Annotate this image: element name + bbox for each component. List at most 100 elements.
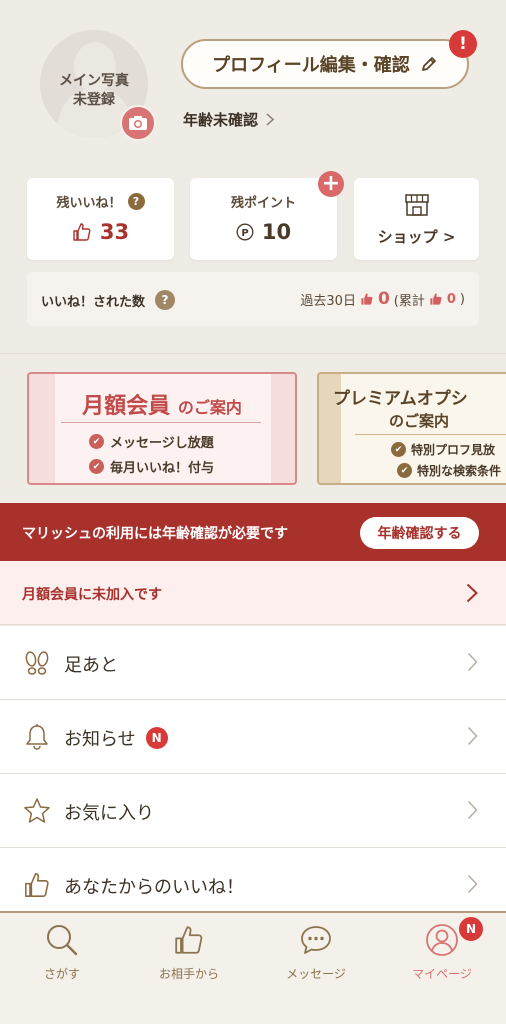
notifications-text: お知らせ (64, 729, 136, 750)
monthly-feature-2: ✔ 毎月いいね！付与 (89, 457, 214, 476)
remaining-likes-card[interactable]: 残いいね！ ? 33 (27, 178, 174, 260)
your-likes-text: あなたからのいいね！ (64, 877, 244, 898)
tab-my-page-label: マイページ (412, 967, 472, 981)
thumbs-up-icon (430, 293, 442, 305)
chat-bubble-icon (266, 921, 366, 959)
premium-banner-title: プレミアムオプシ (333, 389, 468, 409)
profile-edit-button[interactable]: プロフィール編集・確認 (181, 39, 469, 89)
monthly-membership-row-label: 月額会員に未加入です (22, 587, 162, 603)
tab-messages-label: メッセージ (286, 967, 346, 981)
monthly-banner-title-sub: のご案内 (177, 398, 242, 417)
total-value: 0 (446, 291, 456, 307)
bottom-tab-bar: さがす お相手から メッセージ マイページ (0, 911, 506, 1024)
premium-option-banner[interactable]: プレミアムオプシ のご案内 ✔ 特別プロフ見放 ✔ 特別な検索条件 (317, 372, 506, 485)
likes-received-label: いいね！された数 (41, 294, 146, 310)
likes-received-label-row: いいね！された数 ? (41, 290, 176, 310)
camera-button[interactable] (120, 105, 156, 141)
avatar-text-line1: メイン写真 (59, 73, 129, 89)
thumbs-up-icon (361, 293, 373, 305)
age-status-link[interactable]: 年齢未確認 (183, 109, 275, 130)
premium-feature-1-text: 特別プロフ見放 (411, 443, 496, 457)
monthly-banner-rule (61, 422, 261, 423)
remaining-points-value: 10 (261, 220, 292, 244)
age-verification-banner: マリッシュの利用には年齢確認が必要です 年齢確認する (0, 503, 506, 561)
add-points-button[interactable]: + (318, 171, 344, 197)
remaining-points-value-row: P 10 (190, 220, 337, 244)
premium-feature-2: ✔ 特別な検索条件 (397, 462, 501, 479)
remaining-likes-title: 残いいね！ (56, 196, 122, 211)
monthly-feature-1-text: メッセージし放題 (110, 436, 214, 451)
camera-icon (129, 116, 147, 130)
new-badge: N (145, 727, 168, 749)
age-verify-button[interactable]: 年齢確認する (360, 517, 479, 549)
pencil-icon (421, 57, 436, 71)
premium-banner-subtitle: のご案内 (389, 412, 450, 430)
check-icon: ✔ (89, 459, 104, 474)
monthly-feature-1: ✔ メッセージし放題 (89, 432, 214, 451)
premium-feature-1: ✔ 特別プロフ見放 (391, 441, 495, 458)
check-icon: ✔ (391, 442, 406, 457)
monthly-banner-title-main: 月額会員 (82, 394, 171, 419)
chevron-right-icon (467, 874, 478, 894)
chevron-right-icon (266, 113, 275, 126)
check-icon: ✔ (89, 434, 104, 449)
monthly-membership-row[interactable]: 月額会員に未加入です (0, 561, 506, 625)
profile-edit-label: プロフィール編集・確認 (212, 55, 410, 76)
total-close: ) (459, 291, 465, 307)
chevron-right-icon (467, 800, 478, 820)
age-verification-message: マリッシュの利用には年齢確認が必要です (22, 526, 288, 542)
remaining-points-card[interactable]: 残ポイント P 10 (190, 178, 337, 260)
thumbs-up-icon (139, 921, 239, 959)
thumbs-up-icon (73, 223, 91, 241)
age-status-label: 年齢未確認 (183, 111, 259, 129)
favorites-text: お気に入り (64, 803, 154, 824)
help-icon[interactable]: ? (127, 193, 145, 210)
period-label: 過去30日 (300, 293, 356, 309)
star-icon (22, 796, 52, 826)
help-icon[interactable]: ? (155, 290, 176, 310)
point-coin-icon: P (236, 223, 254, 241)
tab-search[interactable]: さがす (12, 921, 112, 982)
chevron-right-icon (467, 652, 478, 672)
footprints-icon (22, 648, 52, 678)
monthly-membership-banner[interactable]: 月額会員 のご案内 ✔ メッセージし放題 ✔ 毎月いいね！付与 (27, 372, 297, 485)
thumbs-up-icon (22, 870, 52, 900)
monthly-banner-title: 月額会員 のご案内 (29, 388, 295, 420)
remaining-points-title: 残ポイント (230, 196, 296, 211)
menu-favorites-label: お気に入り (64, 799, 154, 825)
premium-banner-rule (355, 434, 506, 435)
chevron-right-icon (467, 726, 478, 746)
total-label: (累計 (393, 293, 425, 309)
menu-item-footprints[interactable]: 足あと (0, 626, 506, 700)
menu-footprints-label: 足あと (64, 651, 118, 677)
search-icon (12, 921, 112, 959)
remaining-likes-value: 33 (99, 220, 130, 244)
tab-search-label: さがす (43, 967, 80, 981)
period-value: 0 (377, 289, 390, 309)
section-divider (0, 353, 506, 354)
shop-card[interactable]: ショップ > (354, 178, 479, 260)
menu-your-likes-label: あなたからのいいね！ (64, 873, 244, 899)
tab-from-partner[interactable]: お相手から (139, 921, 239, 982)
tab-messages[interactable]: メッセージ (266, 921, 366, 982)
premium-feature-2-text: 特別な検索条件 (417, 464, 502, 478)
shop-label: ショップ > (377, 228, 456, 246)
bell-icon (22, 722, 52, 752)
likes-received-stats: 過去30日 0 (累計 0 ) (300, 289, 465, 309)
remaining-likes-title-row: 残いいね！ ? (27, 192, 174, 211)
likes-received-panel: いいね！された数 ? 過去30日 0 (累計 0 ) (27, 272, 479, 326)
remaining-likes-value-row: 33 (27, 220, 174, 244)
menu-item-notifications[interactable]: お知らせ N (0, 700, 506, 774)
chevron-right-icon (466, 583, 478, 603)
shop-icon (405, 194, 429, 216)
avatar-placeholder-text: メイン写真 未登録 (40, 72, 148, 110)
svg-text:P: P (241, 228, 248, 239)
alert-badge: ! (449, 30, 477, 58)
menu-item-favorites[interactable]: お気に入り (0, 774, 506, 848)
tab-from-partner-label: お相手から (158, 967, 219, 981)
monthly-feature-2-text: 毎月いいね！付与 (110, 461, 215, 476)
my-page-new-badge: N (459, 917, 483, 941)
menu-notifications-label: お知らせ N (64, 725, 168, 751)
footprints-text: 足あと (64, 655, 118, 676)
check-icon: ✔ (397, 463, 412, 478)
